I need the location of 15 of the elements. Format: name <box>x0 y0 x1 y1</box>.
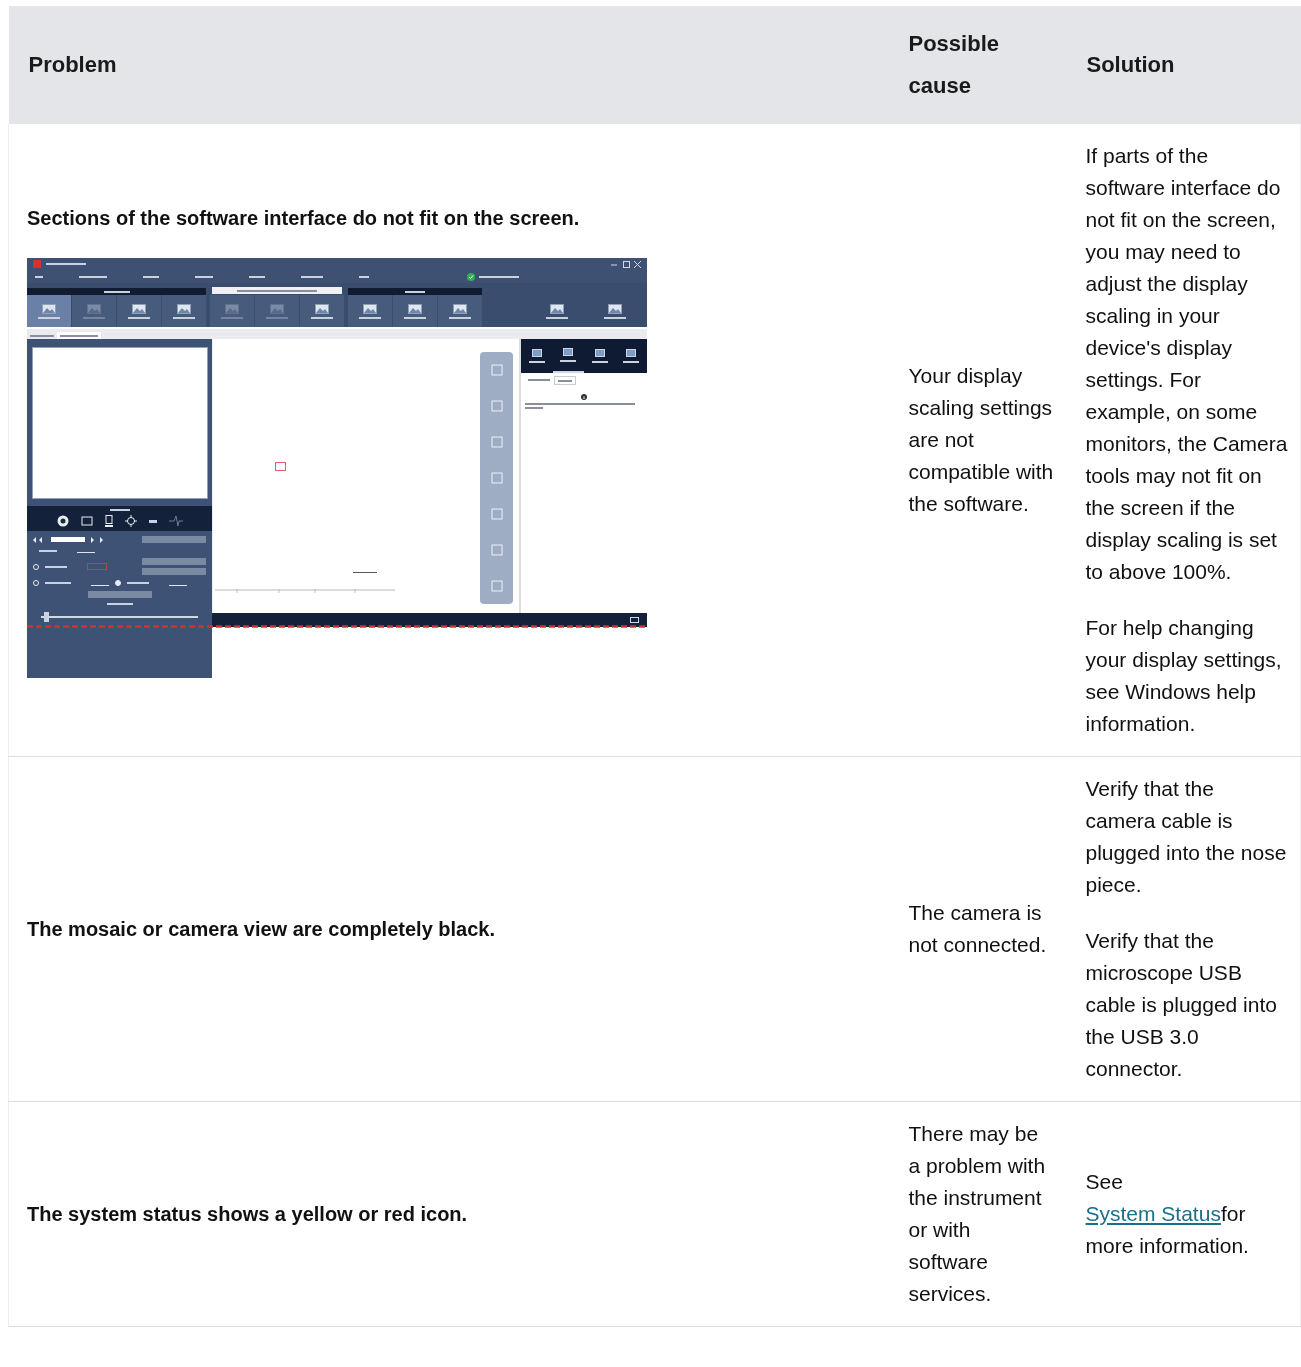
solution-text: Verify that the camera cable is plugged into the nose piece. <box>1085 776 1288 898</box>
cause-text: The camera is not connected. <box>908 900 1048 958</box>
problem-text: The system status shows a yellow or red icon. <box>27 1202 469 1227</box>
column-header: Solution <box>1068 6 1301 124</box>
cause-text: Your display scaling settings are not compatible with the software. <box>908 363 1055 517</box>
column-header: Possible cause <box>890 6 1069 124</box>
problem-text: Sections of the software interface do not fit on the screen. <box>27 206 581 231</box>
solution-text: Verify that the microscope USB cable is plugged into the USB 3.0 connector. <box>1085 928 1278 1082</box>
cause-text: There may be a problem with the instrument or with software services. <box>908 1121 1047 1307</box>
system-status-link[interactable]: System Status <box>1085 1202 1221 1225</box>
solution-text: For help changing your display settings, see Windows help information. <box>1085 615 1283 737</box>
solution-text: If parts of the software interface do not fit on the screen, you may need to adjust the display scaling in your device's display settings. For example, on some monitors, the Camera tools may not fit on the screen if the display scaling is set to above 100%. <box>1085 143 1288 585</box>
problem-text: The mosaic or camera view are completely black. <box>27 917 496 942</box>
column-header: Problem <box>8 6 891 124</box>
solution-text: See System Statusfor more information. <box>1085 1169 1250 1259</box>
